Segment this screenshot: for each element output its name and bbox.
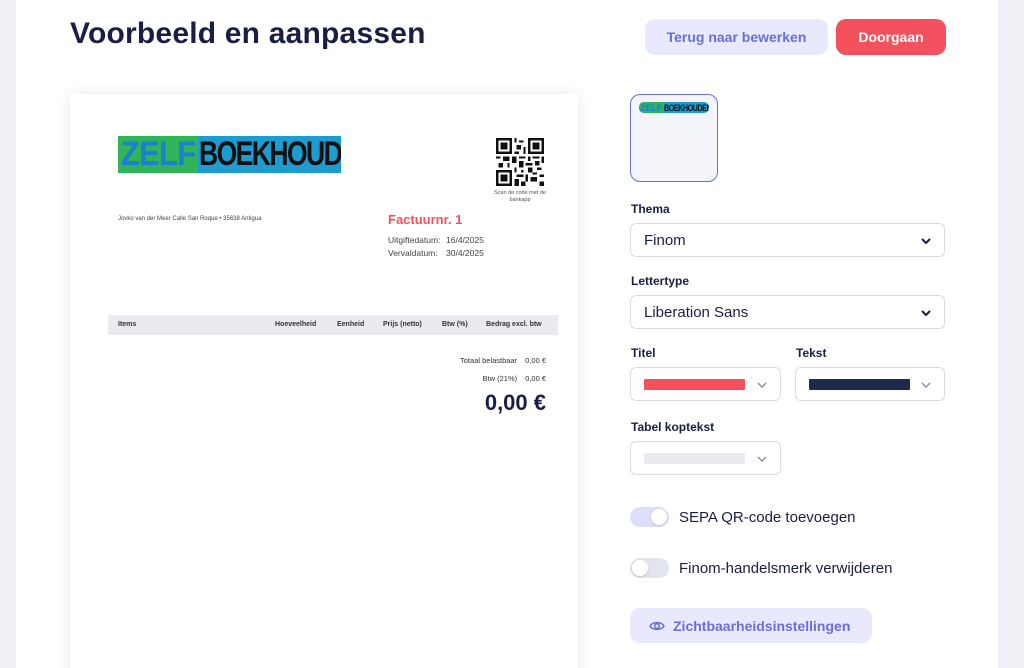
font-select[interactable]: Liberation Sans: [630, 295, 945, 329]
invoice-table-header: Items Hoeveelheid Eenheid Prijs (netto) …: [108, 315, 558, 335]
visibility-settings-label: Zichtbaarheidsinstellingen: [673, 617, 851, 634]
theme-select[interactable]: Finom: [630, 223, 945, 257]
eye-icon: [649, 621, 665, 630]
text-color-select[interactable]: [795, 367, 945, 401]
thumbnail-logo-part1: ZELF: [639, 102, 664, 113]
thumbnail-logo: ZELF BOEKHOUDEN: [639, 102, 709, 113]
vat-value: 0,00 €: [525, 374, 546, 383]
thumbnail-logo-part2: BOEKHOUDEN: [663, 102, 710, 113]
table-header-color-select[interactable]: [630, 441, 781, 475]
column-header: Hoeveelheid: [275, 321, 317, 328]
column-header: Prijs (netto): [383, 321, 422, 328]
font-label: Lettertype: [631, 274, 690, 288]
column-header: Btw (%): [442, 321, 468, 328]
issue-date-label: Uitgiftedatum:: [388, 235, 441, 245]
due-date-label: Vervaldatum:: [388, 248, 438, 258]
font-value: Liberation Sans: [644, 303, 749, 321]
toggle-knob: [632, 560, 648, 576]
sepa-qr-code: [496, 138, 544, 186]
remove-brand-toggle[interactable]: [630, 558, 669, 578]
due-date-value: 30/4/2025: [446, 248, 484, 258]
chevron-down-icon: [921, 382, 931, 389]
issue-date-value: 16/4/2025: [446, 235, 484, 245]
table-header-color-label: Tabel koptekst: [631, 420, 715, 434]
logo-thumbnail[interactable]: ZELF BOEKHOUDEN: [630, 94, 718, 182]
visibility-settings-button[interactable]: Zichtbaarheidsinstellingen: [630, 608, 872, 643]
invoice-dates: Uitgiftedatum: 16/4/2025 Vervaldatum: 30/4…: [388, 234, 484, 260]
title-color-label: Titel: [631, 346, 656, 360]
sender-address: Jovko van der Meer Calle San Roque • 356…: [118, 216, 262, 222]
column-header: Items: [118, 321, 137, 328]
text-color-label: Tekst: [796, 346, 827, 360]
column-header: Bedrag excl. btw: [486, 321, 542, 328]
total-taxable-value: 0,00 €: [525, 356, 546, 365]
theme-value: Finom: [644, 231, 686, 249]
chevron-down-icon: [757, 456, 767, 463]
page-title: Voorbeeld en aanpassen: [70, 17, 426, 50]
invoice-number: Factuurnr. 1: [388, 212, 463, 227]
chevron-down-icon: [921, 238, 931, 245]
grand-total: 0,00 €: [484, 390, 546, 415]
sepa-qr-toggle[interactable]: [630, 507, 669, 527]
table-header-color-swatch: [644, 452, 745, 464]
remove-brand-toggle-label: Finom-handelsmerk verwijderen: [679, 560, 893, 577]
chevron-down-icon: [921, 310, 931, 317]
invoice-preview: ZELF BOEKHOUDEN Scan de code met de bank…: [70, 94, 578, 668]
theme-label: Thema: [631, 202, 670, 216]
qr-caption: Scan de code met de bankapp: [494, 190, 546, 203]
back-to-edit-button[interactable]: Terug naar bewerken: [645, 19, 828, 55]
text-color-swatch: [809, 378, 910, 390]
company-logo: ZELF BOEKHOUDEN: [118, 136, 341, 173]
chevron-down-icon: [757, 382, 767, 389]
continue-button[interactable]: Doorgaan: [836, 19, 946, 55]
title-color-swatch: [644, 378, 745, 390]
invoice-totals: Totaal belastbaar 0,00 € Btw (21%) 0,00 €: [460, 352, 546, 388]
column-header: Eenheid: [337, 321, 365, 328]
logo-text-part2: BOEKHOUDEN: [198, 136, 341, 173]
vat-label: Btw (21%): [482, 374, 518, 383]
sepa-qr-toggle-label: SEPA QR-code toevoegen: [679, 509, 856, 526]
total-taxable-label: Totaal belastbaar: [460, 356, 518, 365]
logo-text-part1: ZELF: [118, 136, 199, 173]
toggle-knob: [651, 509, 667, 525]
title-color-select[interactable]: [630, 367, 781, 401]
